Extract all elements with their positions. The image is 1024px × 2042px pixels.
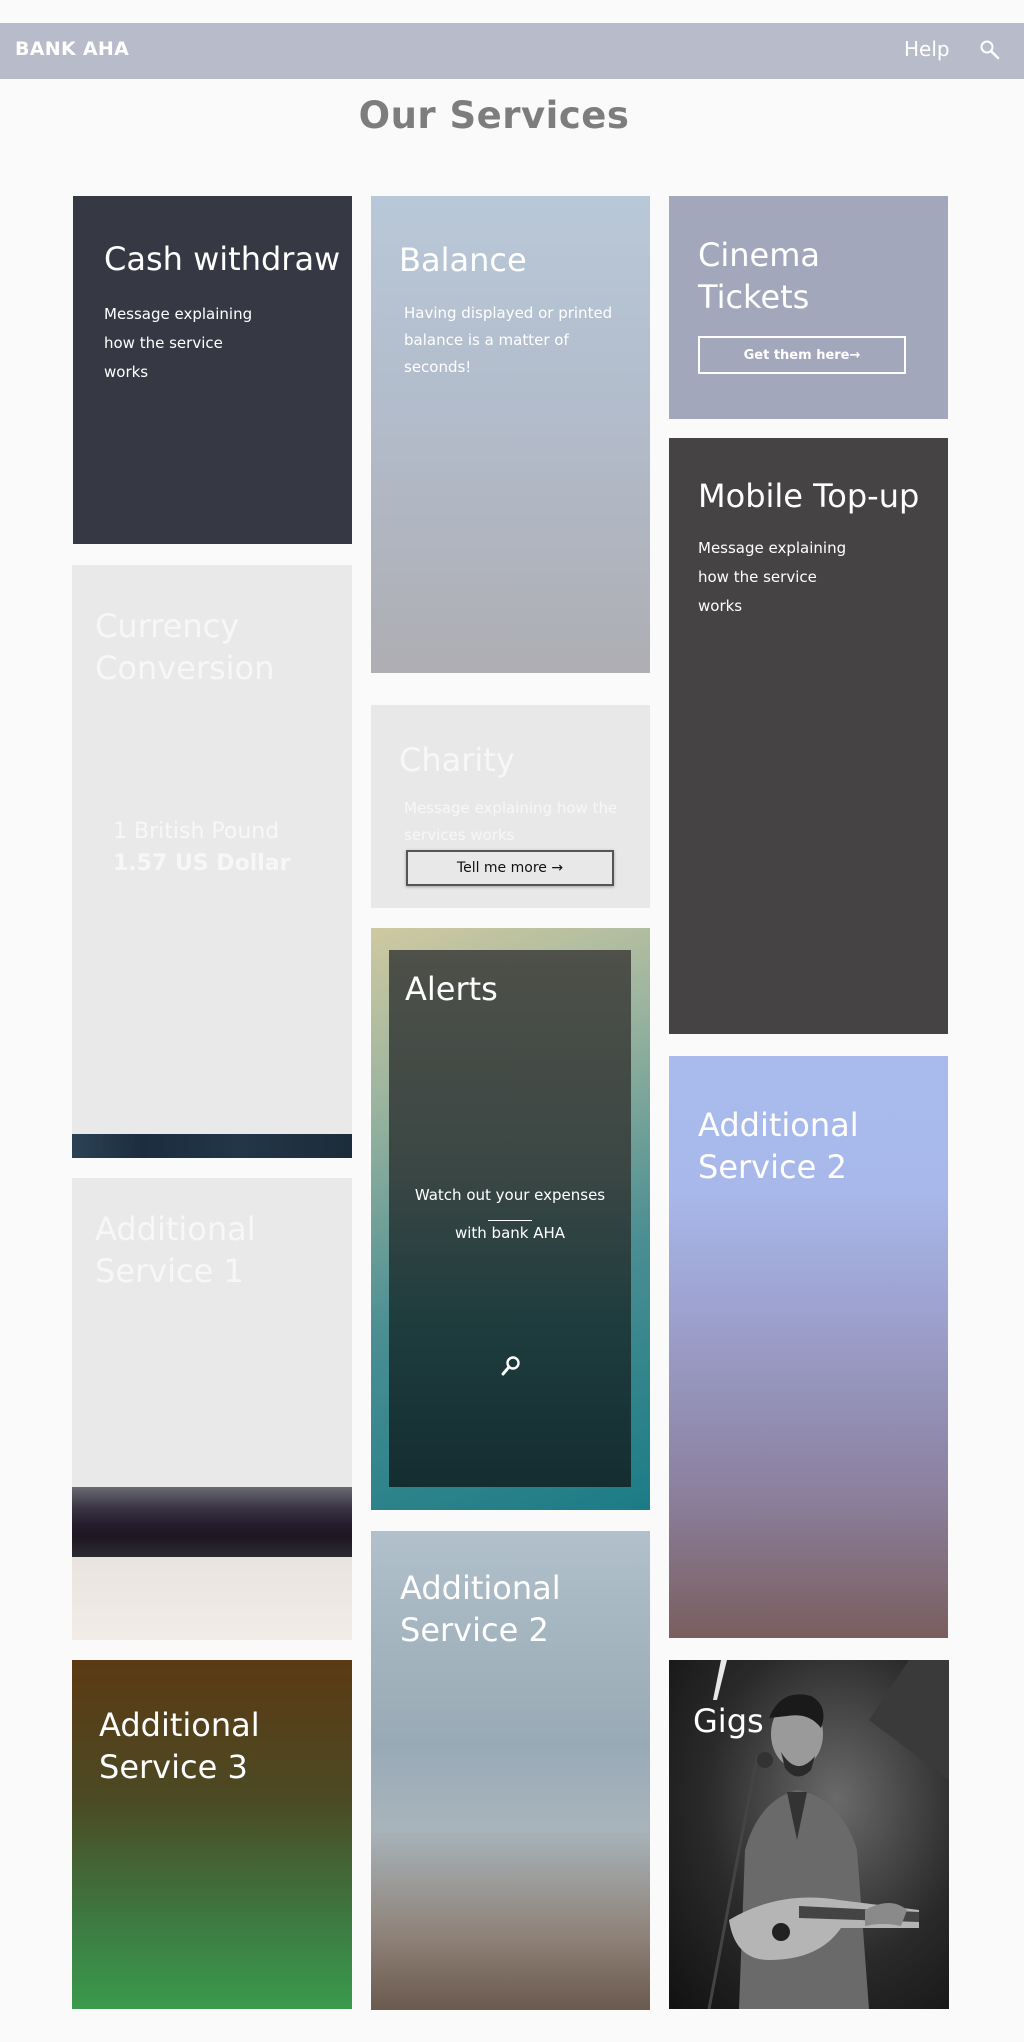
- tile-alerts[interactable]: Alerts Watch out your expenses with bank…: [371, 928, 650, 1510]
- tile-title: Currency Conversion: [95, 607, 275, 687]
- alerts-message-line-2: with bank AHA: [454, 1224, 566, 1242]
- tile-title: Cinema Tickets: [698, 236, 820, 316]
- tile-title: Balance: [399, 241, 527, 279]
- tile-description: Message explaining how the service works: [698, 539, 847, 615]
- tile-image-strip: [72, 1134, 352, 1158]
- tile-cash-withdraw[interactable]: Cash withdraw Message explaining how the…: [73, 196, 352, 544]
- tile-mobile-top-up[interactable]: Mobile Top-up Message explaining how the…: [669, 438, 948, 1034]
- tile-title: Additional Service 2: [698, 1106, 859, 1186]
- alerts-message-line-1: Watch out your expenses: [414, 1186, 606, 1204]
- tile-image-strip: [72, 1487, 352, 1557]
- conversion-from-amount: 1 British Pound: [113, 819, 280, 844]
- search-icon[interactable]: [978, 38, 1002, 62]
- search-icon[interactable]: [499, 1354, 523, 1378]
- tile-additional-service-1[interactable]: Additional Service 1: [72, 1178, 352, 1640]
- brand-logo[interactable]: BANK AHA: [15, 38, 129, 60]
- conversion-to-amount: 1.57 US Dollar: [113, 851, 291, 876]
- tile-additional-service-2-right[interactable]: Additional Service 2: [669, 1056, 948, 1638]
- divider: [488, 1220, 532, 1221]
- tile-title: Additional Service 2: [400, 1569, 561, 1649]
- tile-description: Having displayed or printed balance is a…: [404, 304, 613, 376]
- tile-title: Mobile Top-up: [698, 477, 920, 515]
- tile-image-base: [72, 1557, 352, 1640]
- tile-additional-service-3[interactable]: Additional Service 3: [72, 1660, 352, 2009]
- tile-title: Cash withdraw: [104, 240, 341, 278]
- tile-currency-conversion[interactable]: Currency Conversion 1 British Pound 1.57…: [72, 565, 352, 1158]
- page-title: Our Services: [358, 94, 630, 137]
- help-link[interactable]: Help: [904, 37, 950, 61]
- tile-description: Message explaining how the services work…: [404, 799, 618, 844]
- tell-me-more-button[interactable]: Tell me more →: [406, 850, 614, 886]
- tile-title: Charity: [399, 741, 515, 779]
- alerts-panel: Alerts Watch out your expenses with bank…: [389, 950, 631, 1487]
- tile-description: Message explaining how the service works: [104, 305, 253, 381]
- tile-charity[interactable]: Charity Message explaining how the servi…: [371, 705, 650, 908]
- top-nav-bar: BANK AHA Help: [0, 23, 1024, 79]
- tile-title: Additional Service 3: [99, 1706, 260, 1786]
- tile-additional-service-2-middle[interactable]: Additional Service 2: [371, 1531, 650, 2010]
- tile-title: Gigs: [693, 1702, 764, 1740]
- tile-title: Additional Service 1: [95, 1210, 256, 1290]
- tile-title: Alerts: [405, 970, 498, 1008]
- get-tickets-button[interactable]: Get them here→: [698, 336, 906, 374]
- tile-gigs[interactable]: Gigs: [669, 1660, 949, 2009]
- tile-cinema-tickets[interactable]: Cinema Tickets Get them here→: [669, 196, 948, 419]
- tile-balance[interactable]: Balance Having displayed or printed bala…: [371, 196, 650, 673]
